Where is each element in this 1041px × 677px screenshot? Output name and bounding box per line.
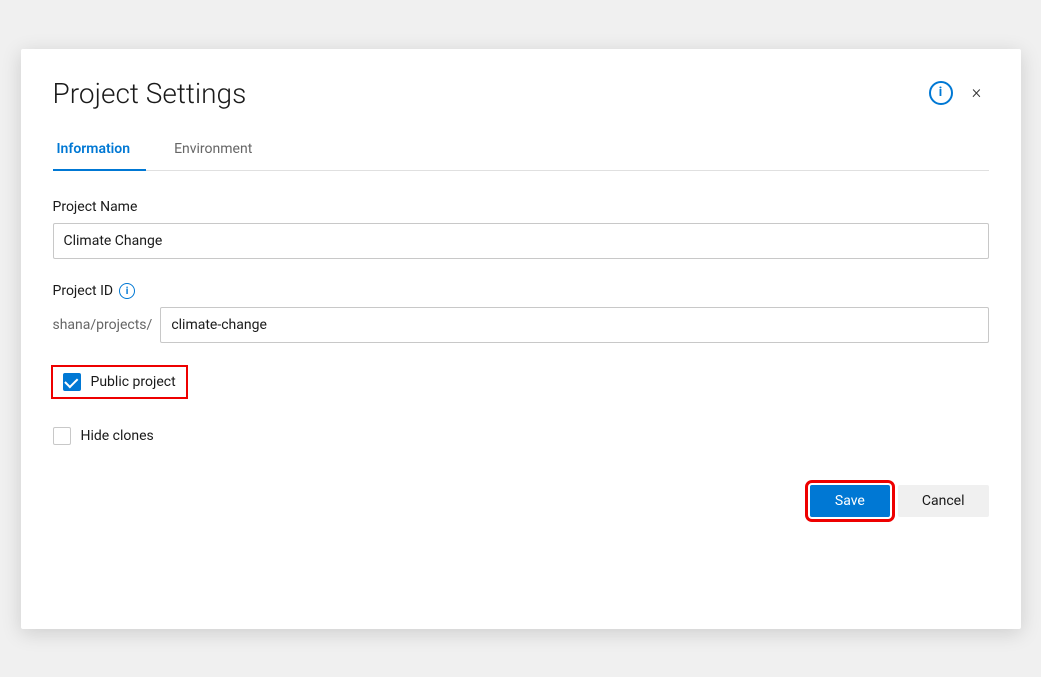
dialog-footer: Save Cancel bbox=[53, 485, 989, 517]
project-id-section: Project ID i shana/projects/ bbox=[53, 283, 989, 343]
public-project-checkbox[interactable] bbox=[63, 373, 81, 391]
project-name-label: Project Name bbox=[53, 199, 989, 215]
public-project-label: Public project bbox=[91, 374, 176, 390]
dialog-close-button[interactable]: × bbox=[965, 81, 989, 105]
tab-bar: Information Environment bbox=[53, 130, 989, 171]
project-id-label: Project ID bbox=[53, 283, 114, 299]
checkboxes-section: Public project Hide clones bbox=[53, 367, 989, 445]
hide-clones-row[interactable]: Hide clones bbox=[53, 427, 989, 445]
tab-information[interactable]: Information bbox=[53, 131, 147, 171]
project-name-input[interactable] bbox=[53, 223, 989, 259]
project-id-input[interactable] bbox=[160, 307, 988, 343]
dialog-info-icon[interactable]: i bbox=[929, 81, 953, 105]
project-id-label-row: Project ID i bbox=[53, 283, 989, 299]
dialog-title: Project Settings bbox=[53, 77, 247, 111]
project-id-row: shana/projects/ bbox=[53, 307, 989, 343]
header-icons: i × bbox=[929, 81, 989, 105]
project-id-prefix: shana/projects/ bbox=[53, 317, 153, 333]
hide-clones-label: Hide clones bbox=[81, 428, 154, 444]
project-settings-dialog: Project Settings i × Information Environ… bbox=[21, 49, 1021, 629]
tab-environment[interactable]: Environment bbox=[170, 131, 268, 171]
public-project-row[interactable]: Public project bbox=[53, 367, 186, 397]
cancel-button[interactable]: Cancel bbox=[898, 485, 989, 517]
project-name-section: Project Name bbox=[53, 199, 989, 259]
hide-clones-checkbox[interactable] bbox=[53, 427, 71, 445]
project-id-info-icon[interactable]: i bbox=[119, 283, 135, 299]
dialog-header: Project Settings i × bbox=[53, 77, 989, 111]
save-button[interactable]: Save bbox=[810, 485, 890, 517]
